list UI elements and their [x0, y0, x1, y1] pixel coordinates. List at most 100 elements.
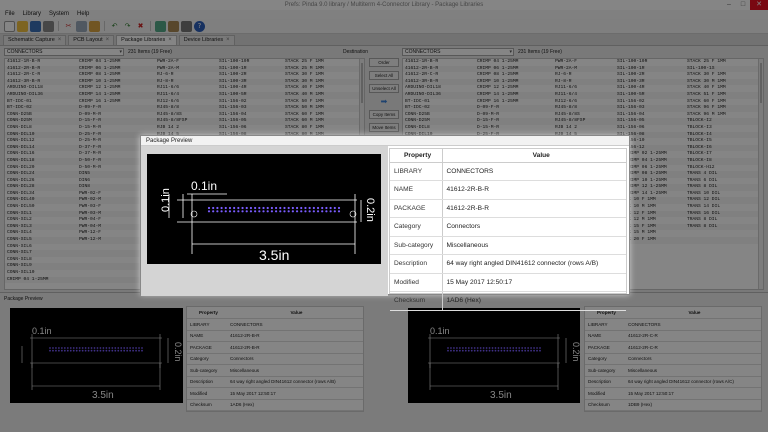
property-row: Category Connectors [390, 217, 626, 237]
left-package-canvas[interactable]: 0.1in 3.5in 0.2in [10, 308, 183, 403]
scrollbar[interactable] [758, 59, 763, 289]
cut-icon[interactable]: ✂ [63, 21, 74, 32]
menu-help[interactable]: Help [77, 10, 89, 19]
close-icon[interactable]: × [106, 36, 110, 45]
tab-schematic-capture[interactable]: Schematic Capture × [3, 35, 67, 45]
list-row[interactable]: ARDUINO-DIL18 CRIMP 12 1-25MM RJ11-6/6 SIL-… [5, 85, 364, 92]
pad [123, 349, 126, 352]
list-row[interactable]: 41612-1R-B-R CRIMP 04 1-25MM PWR-2A-F SIL-1… [5, 59, 364, 66]
pad [141, 347, 143, 349]
menu-system[interactable]: System [49, 10, 69, 19]
property-key: Checksum [585, 399, 625, 411]
pad [52, 347, 54, 349]
unselect-all-button[interactable]: Unselect All [369, 84, 399, 93]
list-row[interactable]: CONN-DIL8 D-15-M-R RJB 14 2 SIL-156-06 TBLOC… [403, 125, 763, 132]
open-icon[interactable] [17, 20, 28, 32]
list-cell: STACK 30 M 1MM [285, 78, 324, 84]
list-cell: SIL-100-4R [617, 85, 645, 91]
property-key: PACKAGE [585, 341, 625, 354]
list-cell: RJ-6-R [555, 72, 572, 78]
list-row[interactable]: ARDUINO-DIL18 CRIMP 12 1-25MM RJ11-6/6 SIL-… [403, 85, 763, 92]
pad [245, 206, 248, 210]
property-key: NAME [390, 180, 443, 200]
close-icon[interactable]: × [168, 36, 172, 45]
redo-icon[interactable]: ↷ [122, 21, 133, 32]
list-row[interactable]: 41612-2R-C-R CRIMP 08 1-25MM RJ-6-R SIL-100… [5, 72, 364, 79]
package-preview-canvas[interactable]: 0.1in 0.1in 0.2in 3.5in [147, 154, 381, 264]
paste-icon[interactable] [89, 20, 100, 32]
list-cell: TRANS 10 DIL [687, 190, 721, 196]
import-icon[interactable] [155, 20, 166, 32]
list-cell: CRIMP 14 1-25MM [79, 91, 121, 97]
tab-pcb-layout[interactable]: PCB Layout × [68, 35, 115, 45]
settings-icon[interactable] [181, 20, 192, 32]
order-button[interactable]: Order [369, 58, 399, 67]
select-all-button[interactable]: Select All [369, 71, 399, 80]
property-value: Miscellaneous [227, 364, 363, 377]
delete-icon[interactable]: ✖ [135, 21, 146, 32]
pad [524, 349, 527, 352]
print-icon[interactable] [43, 20, 54, 32]
close-icon[interactable]: ✕ [750, 0, 768, 10]
list-row[interactable]: 41612-2R-B-R CRIMP 06 1-25MM PWR-2A-M SIL-1… [5, 65, 364, 73]
maximize-icon[interactable]: □ [736, 0, 750, 10]
new-icon[interactable] [4, 20, 15, 32]
list-cell: CONN-SIL5 [7, 237, 32, 243]
destination-library-select[interactable]: CONNECTORS ▾ [402, 48, 514, 56]
list-row[interactable]: CONN-DIL8 D-15-M-R RJB 14 2 SIL-156-06 STACK… [5, 125, 364, 132]
pad [521, 347, 524, 349]
menu-file[interactable]: File [5, 10, 15, 19]
list-row[interactable]: 41612-3R-B-R CRIMP 10 1-25MM RJ-8-R SIL-100… [403, 78, 763, 86]
close-icon[interactable]: × [226, 36, 230, 45]
copy-items-button[interactable]: Copy Items [369, 110, 399, 119]
list-row[interactable]: CONN-D25M D-15-F-R RJ45-8/8FSP SIL-156-05 TB… [403, 118, 763, 125]
help-icon[interactable]: ? [194, 20, 205, 32]
pad [456, 349, 458, 352]
pad [207, 210, 211, 213]
list-row[interactable]: CONN-D25B D-09-M-R RJ45-8/8S SIL-156-04 STAC… [5, 112, 364, 119]
list-cell: SIL-100-5R [617, 91, 645, 97]
tab-package-libraries[interactable]: Package Libraries × [116, 35, 177, 45]
save-icon[interactable] [30, 20, 41, 32]
list-row[interactable]: 41612-2R-B-R CRIMP 06 1-25MM PWR-2A-M SIL-1… [403, 65, 763, 73]
property-row: Checksum 1DB9 (Hex) [585, 399, 761, 411]
list-cell: RJ45-8/8 [157, 105, 180, 111]
list-row[interactable]: 41612-3R-B-R CRIMP 10 1-25MM RJ-8-R SIL-100… [5, 78, 364, 86]
tab-device-libraries[interactable]: Device Libraries × [178, 35, 235, 45]
list-cell: TBLOCK-I8 [687, 157, 712, 163]
list-row[interactable]: CONN-D25B D-09-M-R RJ45-8/8S SIL-156-04 STAC… [403, 112, 763, 119]
pad [93, 347, 96, 349]
list-row[interactable]: 41612-1R-B-R CRIMP 04 1-25MM PWR-2A-F SIL-1… [403, 59, 763, 66]
property-row: Sub-category Miscellaneous [187, 364, 363, 377]
list-row[interactable]: BT-IDC-02 D-09-F-R RJ45-8/8 SIL-156-03 STACK… [403, 105, 763, 112]
list-row[interactable]: CONN-D25M D-15-F-R RJ45-8/8FSP SIL-156-05 ST… [5, 118, 364, 125]
pad [84, 349, 87, 352]
list-cell: STACK 30 F 1MM [687, 72, 726, 78]
list-cell: PWR-2A-F [555, 59, 578, 64]
copy-icon[interactable] [76, 20, 87, 32]
list-row[interactable]: ARDUINO-DIL36 CRIMP 14 1-25MM RJ11-6/4 SIL-… [5, 91, 364, 99]
minimize-icon[interactable]: – [722, 0, 736, 10]
list-row[interactable]: ARDUINO-DIL36 CRIMP 14 1-25MM RJ11-6/4 SIL-… [403, 91, 763, 99]
list-row[interactable]: BT-IDC-01 CRIMP 16 1-25MM RJ12-6/6 SIL-156-… [403, 99, 763, 106]
pad [58, 347, 60, 349]
move-items-button[interactable]: Move Items [369, 123, 399, 132]
close-icon[interactable]: × [58, 36, 62, 45]
pad [488, 349, 491, 352]
dim-label-bottom: 3.5in [259, 247, 289, 263]
list-row[interactable]: BT-IDC-02 D-09-F-R RJ45-8/8 SIL-156-03 STACK… [5, 105, 364, 112]
list-row[interactable]: BT-IDC-01 CRIMP 16 1-25MM RJ12-6/6 SIL-156-… [5, 99, 364, 106]
property-key: Sub-category [390, 236, 443, 255]
pad [220, 210, 223, 213]
source-library-select[interactable]: CONNECTORS ▾ [4, 48, 124, 56]
right-package-canvas[interactable]: 0.1in 3.5in 0.2in [408, 308, 581, 403]
list-cell: TRANS 8 DIL [687, 223, 718, 229]
undo-icon[interactable]: ↶ [109, 21, 120, 32]
pad [512, 349, 515, 352]
menu-library[interactable]: Library [23, 10, 41, 19]
arrow-right-icon[interactable]: ➡ [369, 97, 399, 106]
list-row[interactable]: 41612-2R-C-R CRIMP 08 1-25MM RJ-6-R SIL-100… [403, 72, 763, 79]
list-cell: STACK 25 F 1MM [687, 59, 726, 64]
export-icon[interactable] [168, 20, 179, 32]
list-cell: CONN-SIL9 [7, 263, 32, 269]
